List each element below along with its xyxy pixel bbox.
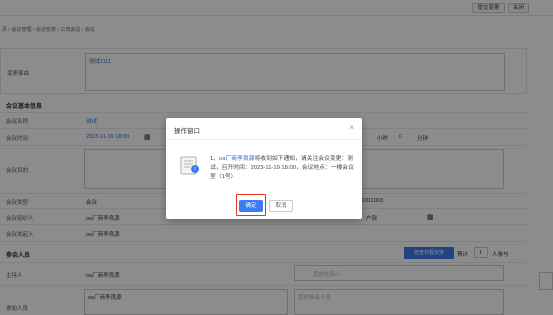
operation-dialog: 操作窗口 × ! 1、oa厂商李良源将收到如下通知，请关注会议变更：测试，召开时…	[166, 118, 362, 219]
dialog-header-divider	[166, 139, 362, 140]
recipient-link[interactable]: oa厂商李良源	[219, 156, 254, 162]
cancel-button[interactable]: 取消	[269, 200, 293, 212]
dialog-title: 操作窗口	[174, 128, 200, 135]
document-info-icon: !	[180, 156, 199, 175]
close-icon[interactable]: ×	[349, 123, 354, 132]
confirm-button[interactable]: 确定	[239, 200, 263, 212]
dialog-message: 1、oa厂商李良源将收到如下通知，请关注会议变更：测试，召开时间：2023-11…	[210, 155, 355, 182]
svg-text:!: !	[194, 167, 195, 173]
message-prefix: 1、	[210, 156, 220, 162]
